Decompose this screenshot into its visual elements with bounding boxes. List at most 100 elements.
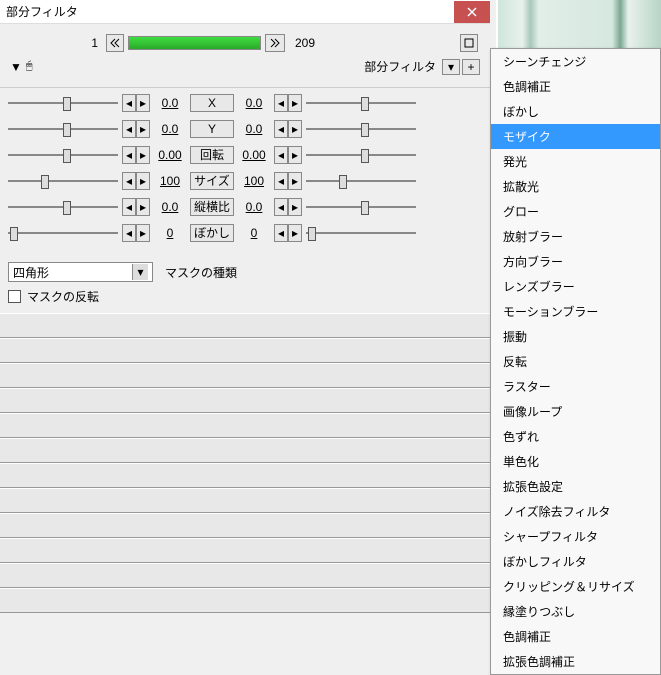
invert-mask-checkbox[interactable] [8, 290, 21, 303]
step-left-icon[interactable]: ◂ [274, 94, 288, 112]
param-slider-left[interactable] [8, 147, 118, 163]
param-stepper-right[interactable]: ◂ ▸ [274, 94, 302, 112]
menu-item[interactable]: 反転 [491, 349, 660, 374]
menu-item[interactable]: 拡張色設定 [491, 474, 660, 499]
step-left-icon[interactable]: ◂ [122, 120, 136, 138]
track-row[interactable] [0, 513, 490, 538]
param-stepper-left[interactable]: ◂ ▸ [122, 198, 150, 216]
param-label-button[interactable]: ぼかし [190, 224, 234, 242]
step-right-icon[interactable]: ▸ [136, 172, 150, 190]
collapse-toggle[interactable]: ▼ [10, 60, 22, 74]
menu-item[interactable]: クリッピング＆リサイズ [491, 574, 660, 599]
menu-item[interactable]: シーンチェンジ [491, 49, 660, 74]
menu-item[interactable]: 色調補正 [491, 624, 660, 649]
step-left-icon[interactable]: ◂ [274, 172, 288, 190]
param-label-button[interactable]: 回転 [190, 146, 234, 164]
track-row[interactable] [0, 363, 490, 388]
param-slider-right[interactable] [306, 95, 416, 111]
menu-item[interactable]: 拡散光 [491, 174, 660, 199]
param-slider-right[interactable] [306, 121, 416, 137]
step-right-icon[interactable]: ▸ [136, 94, 150, 112]
param-stepper-left[interactable]: ◂ ▸ [122, 120, 150, 138]
step-left-icon[interactable]: ◂ [274, 146, 288, 164]
menu-item[interactable]: ぼかし [491, 99, 660, 124]
menu-item[interactable]: 放射ブラー [491, 224, 660, 249]
step-right-icon[interactable]: ▸ [136, 120, 150, 138]
param-label-button[interactable]: サイズ [190, 172, 234, 190]
menu-item[interactable]: ぼかしフィルタ [491, 549, 660, 574]
menu-item[interactable]: 方向ブラー [491, 249, 660, 274]
step-left-icon[interactable]: ◂ [122, 94, 136, 112]
step-right-icon[interactable]: ▸ [288, 224, 302, 242]
menu-item[interactable]: 単色化 [491, 449, 660, 474]
step-left-icon[interactable]: ◂ [274, 120, 288, 138]
menu-item[interactable]: 発光 [491, 149, 660, 174]
track-row[interactable] [0, 438, 490, 463]
step-left-icon[interactable]: ◂ [122, 198, 136, 216]
param-label-button[interactable]: X [190, 94, 234, 112]
param-label-button[interactable]: 縦横比 [190, 198, 234, 216]
menu-item[interactable]: ノイズ除去フィルタ [491, 499, 660, 524]
close-button[interactable] [454, 1, 490, 23]
track-row[interactable] [0, 563, 490, 588]
tool-button[interactable] [460, 34, 478, 52]
next-frame-button[interactable] [265, 34, 285, 52]
add-plus-button[interactable]: + [462, 59, 480, 75]
menu-item[interactable]: グロー [491, 199, 660, 224]
param-slider-right[interactable] [306, 225, 416, 241]
param-slider-left[interactable] [8, 121, 118, 137]
menu-item[interactable]: シャープフィルタ [491, 524, 660, 549]
menu-item[interactable]: モザイク [491, 124, 660, 149]
menu-item[interactable]: 色調補正 [491, 74, 660, 99]
track-row[interactable] [0, 388, 490, 413]
add-filter-button[interactable]: ▾ [442, 59, 460, 75]
param-slider-right[interactable] [306, 147, 416, 163]
timeline-progress[interactable] [128, 36, 261, 50]
menu-item[interactable]: ラスター [491, 374, 660, 399]
menu-item[interactable]: 縁塗りつぶし [491, 599, 660, 624]
param-stepper-right[interactable]: ◂ ▸ [274, 198, 302, 216]
step-left-icon[interactable]: ◂ [274, 224, 288, 242]
step-right-icon[interactable]: ▸ [288, 172, 302, 190]
step-right-icon[interactable]: ▸ [288, 146, 302, 164]
track-row[interactable] [0, 313, 490, 338]
param-slider-left[interactable] [8, 95, 118, 111]
param-stepper-left[interactable]: ◂ ▸ [122, 94, 150, 112]
param-stepper-right[interactable]: ◂ ▸ [274, 120, 302, 138]
prev-frame-button[interactable] [106, 34, 124, 52]
track-row[interactable] [0, 413, 490, 438]
menu-item[interactable]: 振動 [491, 324, 660, 349]
step-right-icon[interactable]: ▸ [288, 120, 302, 138]
menu-item[interactable]: 拡張色調補正 [491, 649, 660, 674]
step-right-icon[interactable]: ▸ [136, 146, 150, 164]
track-row[interactable] [0, 488, 490, 513]
track-row[interactable] [0, 538, 490, 563]
param-slider-left[interactable] [8, 173, 118, 189]
menu-item[interactable]: レンズブラー [491, 274, 660, 299]
param-stepper-right[interactable]: ◂ ▸ [274, 224, 302, 242]
mask-shape-dropdown[interactable]: 四角形 ▾ [8, 262, 153, 282]
step-left-icon[interactable]: ◂ [122, 146, 136, 164]
menu-item[interactable]: モーションブラー [491, 299, 660, 324]
param-stepper-left[interactable]: ◂ ▸ [122, 146, 150, 164]
track-row[interactable] [0, 463, 490, 488]
step-right-icon[interactable]: ▸ [288, 94, 302, 112]
param-slider-left[interactable] [8, 225, 118, 241]
step-left-icon[interactable]: ◂ [122, 224, 136, 242]
param-label-button[interactable]: Y [190, 120, 234, 138]
param-slider-right[interactable] [306, 173, 416, 189]
step-left-icon[interactable]: ◂ [122, 172, 136, 190]
param-slider-right[interactable] [306, 199, 416, 215]
param-stepper-left[interactable]: ◂ ▸ [122, 224, 150, 242]
param-stepper-right[interactable]: ◂ ▸ [274, 172, 302, 190]
step-left-icon[interactable]: ◂ [274, 198, 288, 216]
param-stepper-right[interactable]: ◂ ▸ [274, 146, 302, 164]
step-right-icon[interactable]: ▸ [288, 198, 302, 216]
param-slider-left[interactable] [8, 199, 118, 215]
menu-item[interactable]: 色ずれ [491, 424, 660, 449]
step-right-icon[interactable]: ▸ [136, 198, 150, 216]
param-stepper-left[interactable]: ◂ ▸ [122, 172, 150, 190]
step-right-icon[interactable]: ▸ [136, 224, 150, 242]
menu-item[interactable]: 画像ループ [491, 399, 660, 424]
track-row[interactable] [0, 338, 490, 363]
